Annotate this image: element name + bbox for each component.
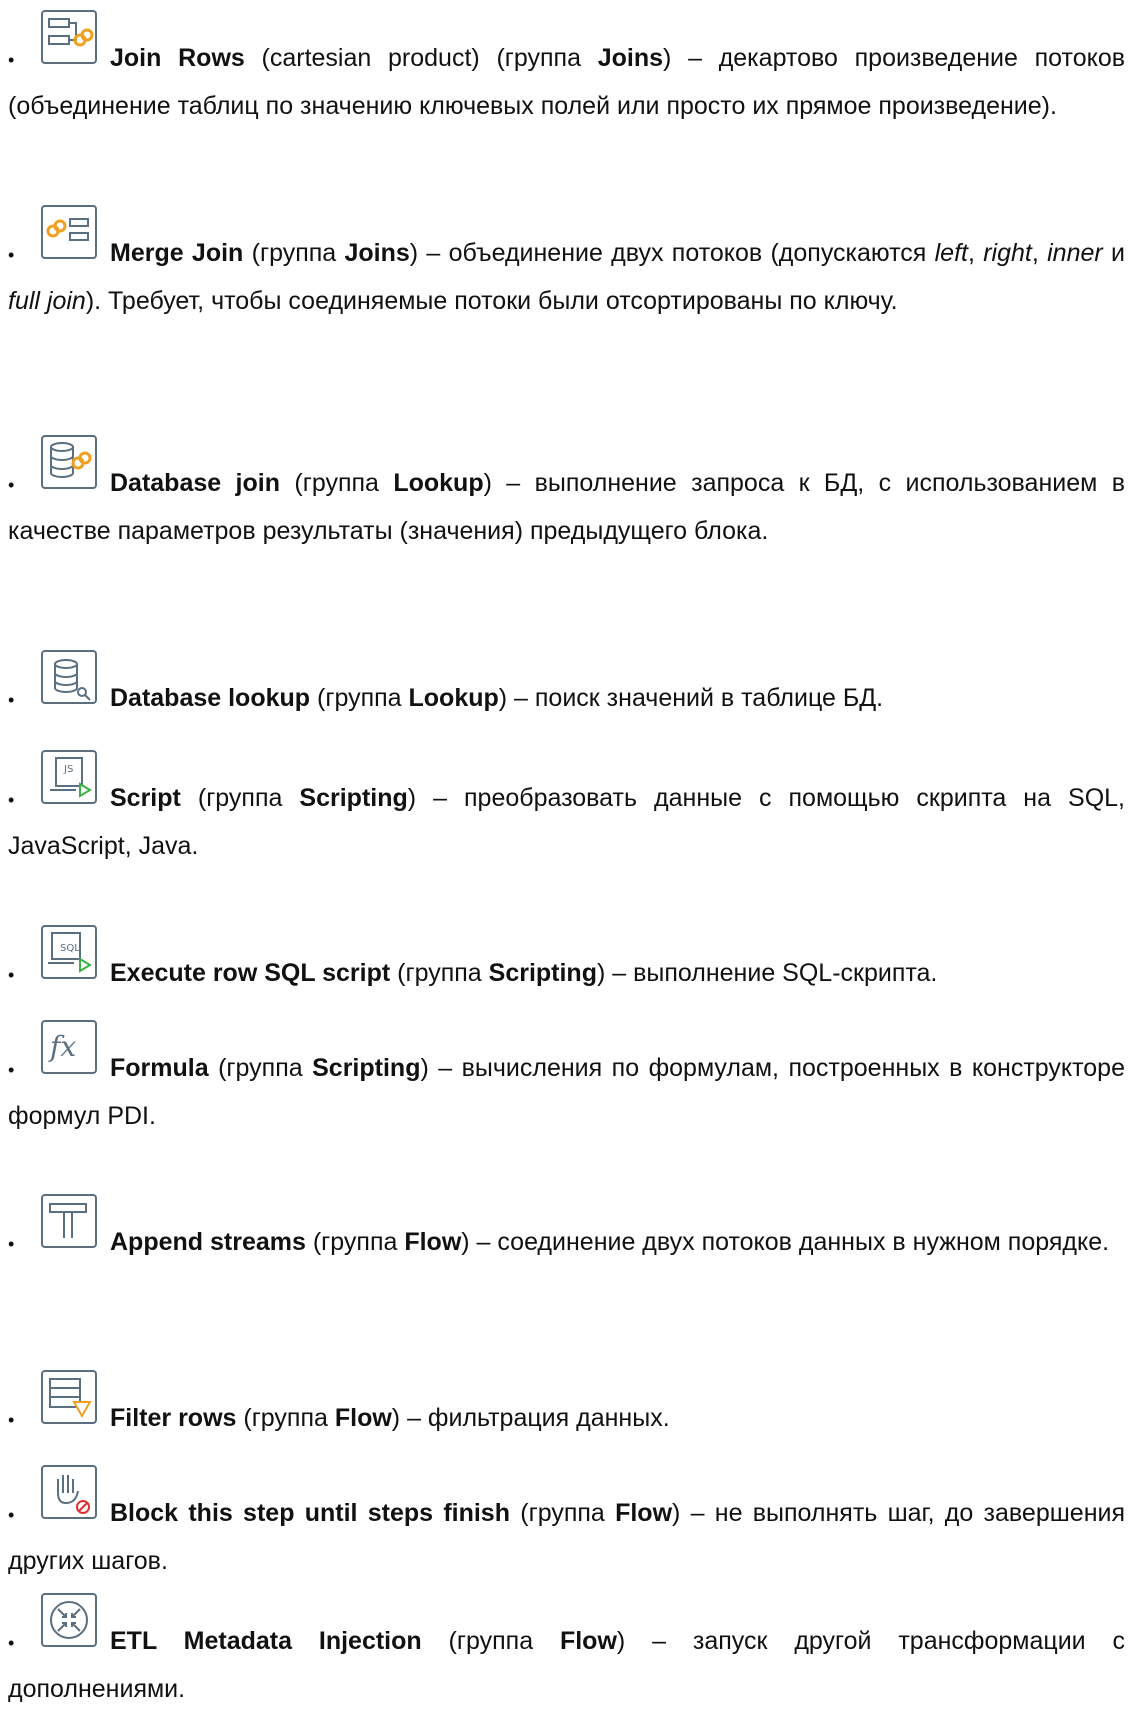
- formula-icon: fx: [36, 1016, 102, 1082]
- bullet: •: [8, 965, 15, 985]
- description: ) – объединение двух потоков (допускаютс…: [409, 239, 935, 267]
- group-name: Flow: [404, 1228, 462, 1256]
- text: и: [1102, 239, 1125, 267]
- text: ,: [1031, 239, 1048, 267]
- description: ) – соединение двух потоков данных в нуж…: [461, 1228, 1110, 1256]
- bullet: •: [8, 1060, 15, 1080]
- join-type: full join: [8, 287, 86, 315]
- database-lookup-icon: [36, 646, 102, 712]
- list-item: • ETL Metadata Injection (группа Flow) – …: [8, 1583, 1125, 1712]
- text: (группа: [236, 1404, 335, 1432]
- text: (группа: [280, 469, 394, 497]
- text: (группа: [180, 784, 300, 812]
- join-type: left: [934, 239, 968, 267]
- bullet: •: [8, 1410, 15, 1430]
- step-name: Filter rows: [110, 1404, 237, 1432]
- bullet: •: [8, 50, 15, 70]
- svg-text:SQL: SQL: [60, 943, 80, 954]
- group-name: Flow: [334, 1404, 392, 1432]
- metadata-injection-icon: [36, 1589, 102, 1655]
- bullet: •: [8, 475, 15, 495]
- step-name: Formula: [110, 1054, 209, 1082]
- list-item: • Database lookup (группа Lookup) – поиск…: [8, 640, 1125, 723]
- step-name: Database join: [110, 469, 280, 497]
- text: (группа: [421, 1627, 560, 1655]
- group-name: Lookup: [393, 469, 484, 497]
- group-name: Scripting: [312, 1054, 421, 1082]
- join-type: inner: [1047, 239, 1103, 267]
- list-item: • JS Script (группа Scripting) – преобразо…: [8, 740, 1125, 869]
- step-name: Database lookup: [110, 684, 311, 712]
- bullet: •: [8, 1234, 15, 1254]
- list-item: • Block this step until steps finish (гру…: [8, 1455, 1125, 1584]
- step-name: Join Rows: [110, 44, 245, 72]
- merge-join-icon: [36, 201, 102, 267]
- database-join-icon: [36, 431, 102, 497]
- step-name: ETL Metadata Injection: [110, 1627, 422, 1655]
- filter-rows-icon: [36, 1366, 102, 1432]
- list-item: • Join Rows (cartesian product) (группа J…: [8, 0, 1125, 129]
- step-name: Execute row SQL script: [110, 959, 391, 987]
- group-name: Scripting: [299, 784, 408, 812]
- list-item: • Merge Join (группа Joins) – объединение…: [8, 195, 1125, 324]
- execute-sql-script-icon: SQL: [36, 921, 102, 987]
- description: ) – фильтрация данных.: [391, 1404, 670, 1432]
- svg-text:fx: fx: [48, 1030, 76, 1063]
- description: ). Требует, чтобы соединяемые потоки был…: [85, 287, 898, 315]
- text: (группа: [390, 959, 489, 987]
- block-step-icon: [36, 1461, 102, 1527]
- list-item: • fx Formula (группа Scripting) – вычислен…: [8, 1010, 1125, 1139]
- join-type: right: [983, 239, 1032, 267]
- group-name: Joins: [344, 239, 410, 267]
- list-item: • Append streams (группа Flow) – соединен…: [8, 1184, 1125, 1267]
- description: ) – выполнение SQL-скрипта.: [596, 959, 938, 987]
- text: (группа: [208, 1054, 313, 1082]
- step-name: Script: [110, 784, 181, 812]
- description: ) – поиск значений в таблице БД.: [498, 684, 884, 712]
- group-name: Lookup: [408, 684, 499, 712]
- bullet: •: [8, 1633, 15, 1653]
- text: (группа: [305, 1228, 405, 1256]
- list-item: • Database join (группа Lookup) – выполне…: [8, 425, 1125, 554]
- bullet: •: [8, 790, 15, 810]
- step-name: Append streams: [110, 1228, 306, 1256]
- group-name: Flow: [559, 1627, 617, 1655]
- step-name: Block this step until steps finish: [110, 1499, 510, 1527]
- text: (cartesian product) (группа: [244, 44, 598, 72]
- join-rows-icon: [36, 6, 102, 72]
- document-page: • Join Rows (cartesian product) (группа J…: [0, 0, 1133, 1726]
- bullet: •: [8, 1505, 15, 1525]
- list-item: • SQL Execute row SQL script (группа Scrip…: [8, 915, 1125, 998]
- text: (группа: [310, 684, 409, 712]
- text: (группа: [243, 239, 345, 267]
- group-name: Joins: [597, 44, 664, 72]
- group-name: Scripting: [488, 959, 597, 987]
- script-icon: JS: [36, 746, 102, 812]
- append-streams-icon: [36, 1190, 102, 1256]
- bullet: •: [8, 245, 15, 265]
- step-name: Merge Join: [110, 239, 244, 267]
- list-item: • Filter rows (группа Flow) – фильтрация …: [8, 1360, 1125, 1443]
- bullet: •: [8, 690, 15, 710]
- svg-text:JS: JS: [63, 764, 73, 775]
- text: ,: [967, 239, 984, 267]
- group-name: Flow: [615, 1499, 673, 1527]
- text: (группа: [510, 1499, 616, 1527]
